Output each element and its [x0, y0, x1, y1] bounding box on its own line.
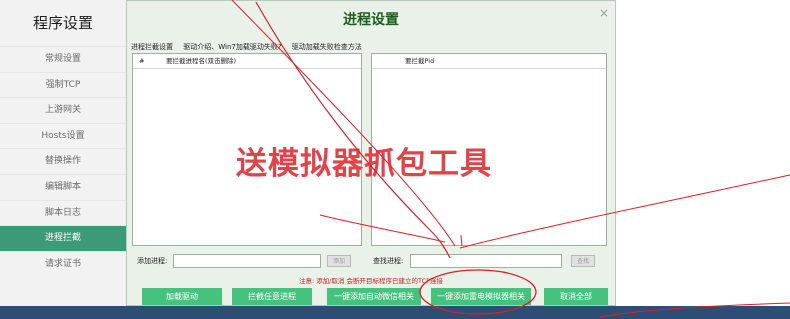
sidebar-item-force-tcp[interactable]: 强制TCP: [0, 71, 126, 98]
settings-sidebar: 程序设置 常规设置 强制TCP 上游网关 Hosts设置 替换操作 编辑脚本 脚…: [0, 0, 127, 306]
sidebar-item-replace[interactable]: 替换操作: [0, 148, 126, 174]
tab-process-intercept[interactable]: 进程拦截设置: [131, 43, 173, 51]
sidebar-item-upstream-gateway[interactable]: 上游网关: [0, 97, 126, 123]
background-area: [616, 0, 790, 306]
intercept-any-process-button[interactable]: 拦截任意进程: [232, 288, 312, 305]
taskbar-strip: [0, 306, 790, 319]
sidebar-item-process-intercept[interactable]: 进程拦截: [0, 225, 126, 251]
driver-check-link[interactable]: 驱动加载失败检查方法: [292, 43, 362, 51]
dialog-title: 进程设置: [343, 12, 399, 28]
close-icon[interactable]: ×: [599, 6, 609, 20]
overlay-caption: 送模拟器抓包工具: [236, 146, 492, 182]
list-header: 要拦截Pid: [372, 54, 606, 69]
driver-intro-link[interactable]: 驱动介绍、Win7加载驱动失败?: [183, 43, 281, 51]
list-header: # 要拦截进程名(双击删除): [133, 54, 361, 69]
app-title: 程序设置: [32, 14, 93, 32]
find-process-label: 查找进程:: [373, 257, 404, 265]
column-pid: 要拦截Pid: [405, 57, 435, 65]
load-driver-button[interactable]: 加载驱动: [142, 288, 222, 305]
cancel-all-button[interactable]: 取消全部: [544, 288, 608, 305]
add-process-label: 添加进程:: [137, 257, 168, 265]
add-wechat-button[interactable]: 一键添加自动微信相关: [327, 288, 421, 305]
notice-text: 注意: 添加/取消 会断开目标程序已建立的TCP连接: [298, 277, 444, 285]
sidebar-item-script-log[interactable]: 脚本日志: [0, 199, 126, 226]
find-button[interactable]: 查找: [571, 255, 595, 267]
column-index: #: [139, 57, 145, 65]
column-process-name: 要拦截进程名(双击删除): [166, 57, 237, 65]
sidebar-item-request-cert[interactable]: 请求证书: [0, 250, 126, 277]
sidebar-nav: 常规设置 强制TCP 上游网关 Hosts设置 替换操作 编辑脚本 脚本日志 进…: [0, 46, 126, 276]
sidebar-item-edit-script[interactable]: 编辑脚本: [0, 173, 126, 200]
sidebar-item-hosts[interactable]: Hosts设置: [0, 122, 126, 149]
find-process-input[interactable]: [410, 254, 562, 268]
sidebar-item-general[interactable]: 常规设置: [0, 46, 126, 72]
add-button[interactable]: 添加: [327, 255, 351, 267]
add-ldplayer-button[interactable]: 一键添加雷电模拟器相关: [431, 288, 531, 305]
dialog-link-row: 进程拦截设置 驱动介绍、Win7加载驱动失败? 驱动加载失败检查方法: [131, 42, 370, 52]
add-process-input[interactable]: [173, 254, 321, 268]
